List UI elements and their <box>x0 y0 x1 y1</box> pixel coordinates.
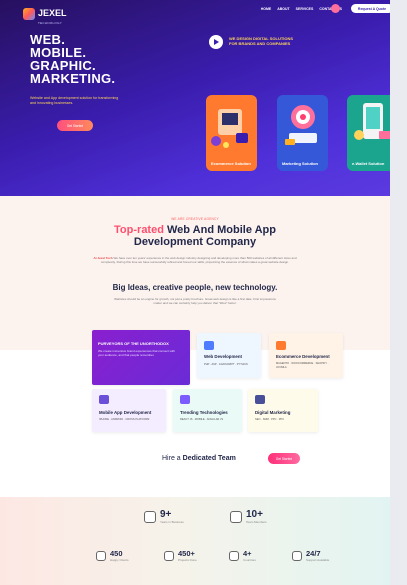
marketing-card[interactable]: Marketing Solution <box>277 95 328 171</box>
stat-value: 10+ <box>246 509 263 520</box>
title-line2: Development Company <box>133 236 257 248</box>
services-intro-title: PURVEYORS OF THE UNORTHODOX <box>98 341 169 346</box>
countries-icon <box>229 550 239 561</box>
service-title: Ecommerce Development <box>276 354 330 359</box>
stat-value: 450 <box>110 549 123 558</box>
service-title: Digital Marketing <box>255 410 291 415</box>
logo-text: JEXEL <box>38 8 67 18</box>
hero-get-started-button[interactable]: Get Started <box>57 120 93 131</box>
play-video-icon[interactable] <box>209 35 223 49</box>
stat-label: Projects Done <box>178 558 197 562</box>
team-icon <box>230 510 242 523</box>
tagline-line: FOR BRANDS AND COMPANIES <box>229 41 291 46</box>
hero-subtext: Website and App development solution for… <box>30 96 119 105</box>
services-intro-card: PURVEYORS OF THE UNORTHODOX We create im… <box>92 330 190 385</box>
marketing-illustration-icon <box>285 105 317 145</box>
card-label: e-Wallet Solution <box>352 161 385 166</box>
nav-item-about[interactable]: ABOUT <box>277 7 289 11</box>
stat-countries: 4+ Countries <box>229 549 256 562</box>
ecommerce-illustration-icon <box>211 109 248 148</box>
mobile-app-icon <box>99 395 109 404</box>
page-margin <box>390 0 407 585</box>
hire-bold: Dedicated Team <box>182 455 236 462</box>
nav-item-services[interactable]: SERVICES <box>296 7 314 11</box>
logo-subtext: TECHNOLOGY <box>38 21 63 25</box>
hero-section: JEXEL TECHNOLOGY HOME ABOUT SERVICES CON… <box>0 0 390 196</box>
stat-label: Team Members <box>246 520 267 524</box>
card-label: Marketing Solution <box>282 161 318 166</box>
ewallet-card[interactable]: e-Wallet Solution <box>347 95 390 171</box>
hire-prefix: Hire a <box>162 455 181 462</box>
services-section: PURVEYORS OF THE UNORTHODOX We create im… <box>0 327 390 500</box>
services-intro-text: We create immersive brand experiences th… <box>98 349 175 357</box>
main-nav: HOME ABOUT SERVICES CONTACT US <box>261 7 342 11</box>
ecommerce-icon <box>276 341 286 350</box>
trending-tech-icon <box>180 395 190 404</box>
hero-headline: WEB. MOBILE. GRAPHIC. MARKETING. <box>30 33 115 85</box>
stat-value: 9+ <box>160 509 172 520</box>
title-highlight: Top-rated <box>114 224 164 236</box>
service-tags: PHP · ASP · JAVASCRIPT · PYTHON <box>204 363 248 366</box>
stat-label: Support Available <box>306 558 330 562</box>
service-card-trending[interactable]: Trending Technologies REACT JS · MOBILE … <box>173 389 242 432</box>
logo[interactable]: JEXEL TECHNOLOGY <box>23 3 67 25</box>
theme-toggle-icon[interactable] <box>331 4 340 13</box>
hire-team-heading: Hire a Dedicated Team <box>162 455 236 462</box>
hire-get-started-button[interactable]: Get Started <box>268 453 300 464</box>
stat-label: Years in Business <box>160 520 184 524</box>
headline-line: MARKETING. <box>30 71 116 86</box>
about-text: We have over ten years' experience in th… <box>100 256 297 264</box>
support-icon <box>292 550 302 561</box>
stat-years: 9+ Years in Business <box>144 509 184 524</box>
big-ideas-heading: Big Ideas, creative people, new technolo… <box>112 283 278 292</box>
about-title: Top-rated Web And Mobile App Development… <box>0 224 390 248</box>
stats-section: 9+ Years in Business 10+ Team Members 45… <box>0 497 390 585</box>
handshake-icon <box>96 550 106 561</box>
service-card-web[interactable]: Web Development PHP · ASP · JAVASCRIPT ·… <box>197 333 261 378</box>
service-tags: SEO · SMM · PPC · PPC <box>255 418 285 421</box>
service-tags: IPHONE · ANDROID · CROSS PLATFORM <box>99 418 150 421</box>
about-paragraph: At Jexel Tech We have over ten years' ex… <box>90 256 300 264</box>
about-section: WE ARE CREATIVE AGENCY Top-rated Web And… <box>0 196 390 327</box>
section-kicker: WE ARE CREATIVE AGENCY <box>171 217 219 221</box>
stat-value: 450+ <box>178 549 195 558</box>
stat-team: 10+ Team Members <box>230 509 267 524</box>
rocket-icon <box>144 510 156 523</box>
stat-label: Happy Clients <box>110 558 129 562</box>
ecommerce-card[interactable]: Ecommerce Solution <box>206 95 257 171</box>
stat-support: 24/7 Support Available <box>292 549 329 562</box>
service-card-marketing[interactable]: Digital Marketing SEO · SMM · PPC · PPC <box>248 389 318 432</box>
stat-label: Countries <box>243 558 256 562</box>
projects-icon <box>164 550 174 561</box>
card-label: Ecommerce Solution <box>211 161 251 166</box>
service-card-mobile[interactable]: Mobile App Development IPHONE · ANDROID … <box>92 389 166 432</box>
request-quote-button[interactable]: Request A Quote <box>351 4 390 13</box>
logo-icon <box>23 8 35 20</box>
service-tags: REACT JS · MOBILE · ANGULAR JS <box>180 418 224 421</box>
hero-tagline: WE DESIGN DIGITAL SOLUTIONS FOR BRANDS A… <box>229 36 293 46</box>
nav-item-home[interactable]: HOME <box>261 7 272 11</box>
page: JEXEL TECHNOLOGY HOME ABOUT SERVICES CON… <box>0 0 390 585</box>
service-tags: MAGENTO · WOOCOMMERCE · SHOPIFY · JOOMLA <box>276 362 329 369</box>
service-title: Web Development <box>204 354 242 359</box>
digital-marketing-icon <box>255 395 265 404</box>
stat-value: 4+ <box>243 549 252 558</box>
stat-projects: 450+ Projects Done <box>164 549 197 562</box>
title-rest: Web And Mobile App <box>167 224 276 236</box>
stat-clients: 450 Happy Clients <box>96 549 129 562</box>
web-development-icon <box>204 341 214 350</box>
ewallet-illustration-icon <box>354 103 390 140</box>
about-paragraph-2: Websites should be an engine for growth,… <box>114 297 276 305</box>
stat-value: 24/7 <box>306 549 321 558</box>
service-title: Trending Technologies <box>180 410 228 415</box>
service-title: Mobile App Development <box>99 410 152 415</box>
service-card-ecommerce[interactable]: Ecommerce Development MAGENTO · WOOCOMME… <box>269 333 343 378</box>
